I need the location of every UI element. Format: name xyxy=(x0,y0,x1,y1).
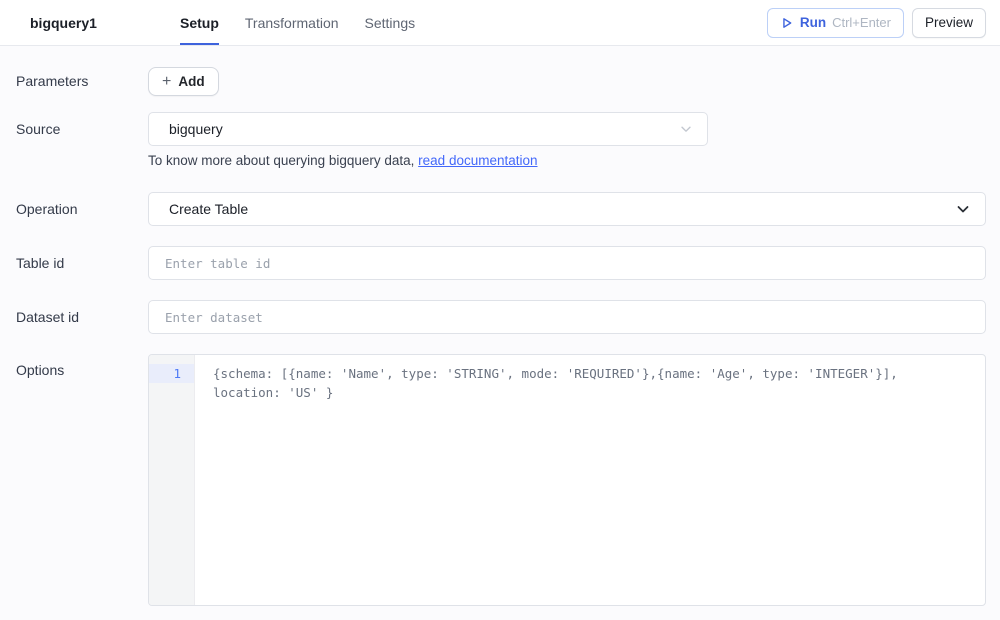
source-help-text: To know more about querying bigquery dat… xyxy=(148,153,986,168)
query-name[interactable]: bigquery1 xyxy=(0,0,180,45)
source-row: Source bigquery To know more about query… xyxy=(0,112,986,168)
dataset-id-label: Dataset id xyxy=(0,300,148,325)
query-editor-panel: bigquery1 Setup Transformation Settings … xyxy=(0,0,1000,620)
plus-icon: + xyxy=(162,74,171,90)
preview-button[interactable]: Preview xyxy=(912,8,986,38)
options-row: Options 1 {schema: [{name: 'Name', type:… xyxy=(0,354,986,606)
read-documentation-link[interactable]: read documentation xyxy=(418,153,537,168)
options-code-content[interactable]: {schema: [{name: 'Name', type: 'STRING',… xyxy=(195,355,985,605)
run-button-label: Run xyxy=(800,15,826,30)
query-tabs: Setup Transformation Settings xyxy=(180,0,415,45)
source-label: Source xyxy=(0,112,148,137)
query-setup-form: Parameters + Add Source bigquery xyxy=(0,46,1000,606)
add-parameter-button[interactable]: + Add xyxy=(148,67,219,96)
chevron-down-icon xyxy=(679,122,693,136)
table-id-input[interactable] xyxy=(148,246,986,280)
line-number: 1 xyxy=(149,364,194,383)
operation-select[interactable]: Create Table xyxy=(148,192,986,226)
table-id-label: Table id xyxy=(0,246,148,271)
run-shortcut-hint: Ctrl+Enter xyxy=(832,15,891,30)
operation-label: Operation xyxy=(0,192,148,217)
tab-settings[interactable]: Settings xyxy=(365,0,416,45)
source-select[interactable]: bigquery xyxy=(148,112,708,146)
source-select-value: bigquery xyxy=(169,121,223,137)
source-help-prefix: To know more about querying bigquery dat… xyxy=(148,153,418,168)
parameters-label: Parameters xyxy=(0,67,148,89)
operation-select-value: Create Table xyxy=(169,201,248,217)
tab-transformation[interactable]: Transformation xyxy=(245,0,339,45)
run-button[interactable]: Run Ctrl+Enter xyxy=(767,8,904,38)
operation-row: Operation Create Table xyxy=(0,192,986,226)
parameters-row: Parameters + Add xyxy=(0,67,986,96)
header-actions: Run Ctrl+Enter Preview xyxy=(767,0,1000,45)
options-label: Options xyxy=(0,354,148,378)
dataset-id-row: Dataset id xyxy=(0,300,986,334)
preview-button-label: Preview xyxy=(925,15,973,30)
play-icon xyxy=(780,16,794,30)
query-header: bigquery1 Setup Transformation Settings … xyxy=(0,0,1000,46)
table-id-row: Table id xyxy=(0,246,986,280)
dataset-id-input[interactable] xyxy=(148,300,986,334)
code-editor-gutter: 1 xyxy=(149,355,195,605)
chevron-down-icon xyxy=(955,201,971,217)
add-parameter-label: Add xyxy=(178,74,204,89)
options-code-editor[interactable]: 1 {schema: [{name: 'Name', type: 'STRING… xyxy=(148,354,986,606)
tab-setup[interactable]: Setup xyxy=(180,0,219,45)
